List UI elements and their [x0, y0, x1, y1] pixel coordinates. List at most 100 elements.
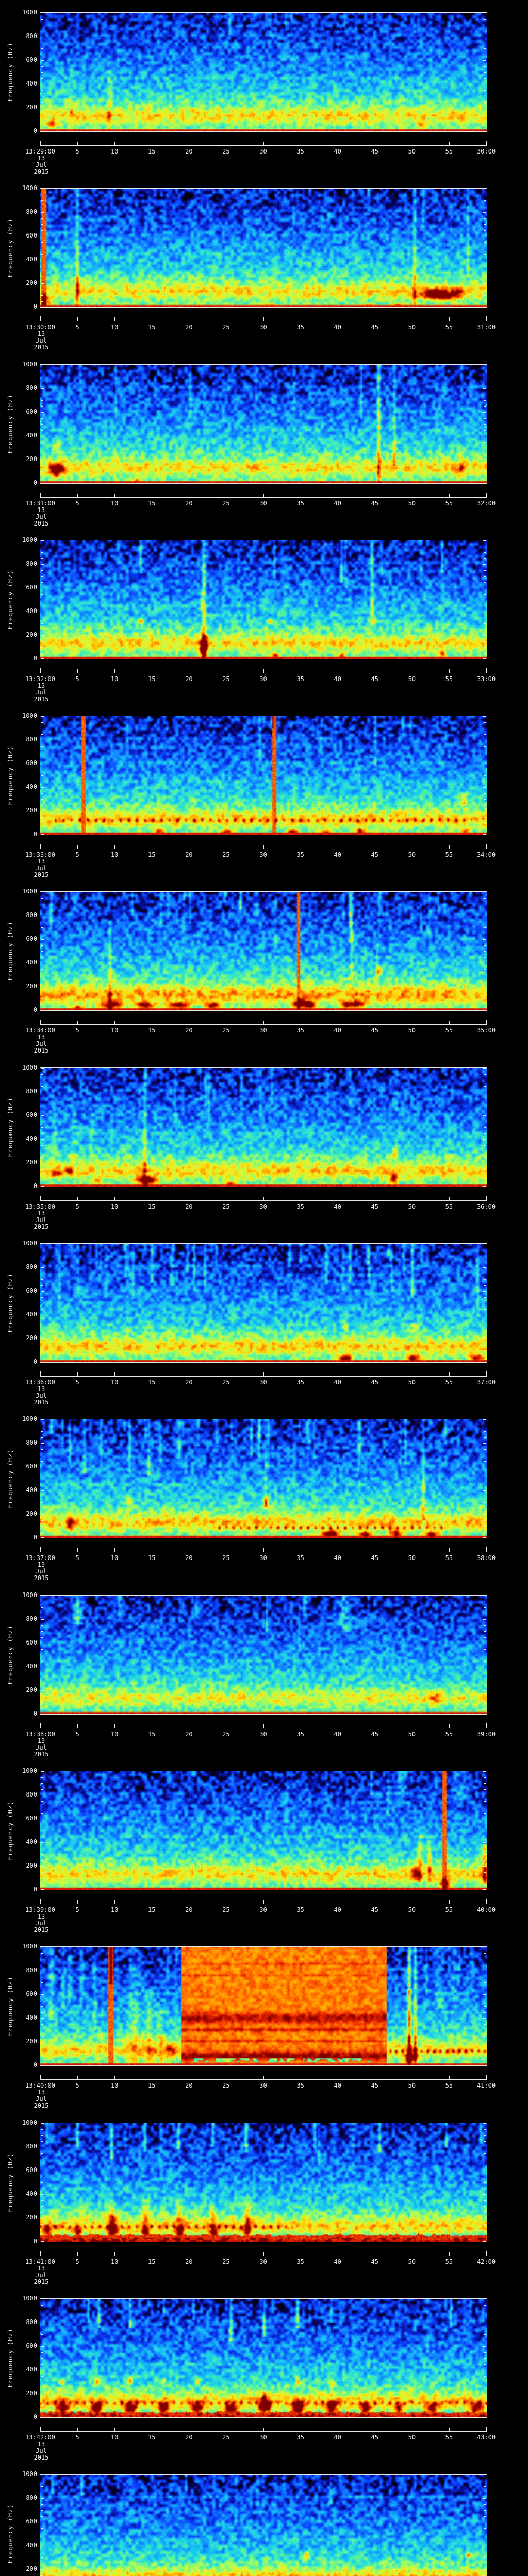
y-tick-label: 800	[26, 736, 37, 743]
y-tick	[41, 60, 44, 61]
y-tick	[484, 1708, 486, 1709]
y-tick	[484, 1502, 486, 1503]
y-tick	[41, 641, 43, 642]
x-tick-label: 20	[185, 148, 193, 155]
y-tick-label: 400	[26, 2190, 37, 2197]
x-tick	[486, 141, 487, 145]
y-tick	[41, 1783, 43, 1784]
y-tick	[484, 1812, 486, 1814]
y-tick	[41, 945, 43, 946]
x-tick-label: 15	[148, 851, 156, 858]
spectrogram-heatmap	[40, 189, 487, 307]
x-tick	[486, 1196, 487, 1200]
y-tick	[484, 2364, 486, 2365]
x-tick	[263, 1021, 264, 1024]
y-tick	[483, 2123, 486, 2124]
y-tick	[484, 295, 486, 296]
y-tick	[41, 2486, 43, 2487]
x-tick-label: 35	[296, 148, 304, 155]
y-tick	[41, 582, 43, 583]
y-tick	[484, 1637, 486, 1638]
date-year-label: 2015	[34, 168, 49, 175]
x-tick-label: 45	[371, 2082, 378, 2089]
x-tick-label: 55	[445, 2434, 453, 2441]
y-tick	[41, 406, 43, 407]
y-tick-label: 0	[33, 127, 37, 134]
y-tick	[41, 799, 43, 800]
x-tick-label: 55	[445, 500, 453, 507]
y-tick	[484, 1982, 486, 1983]
x-tick	[114, 1372, 116, 1376]
y-tick	[41, 1115, 44, 1116]
y-tick	[41, 1884, 43, 1885]
y-axis-title: Frequency (Hz)	[7, 2504, 14, 2564]
y-tick	[484, 1086, 486, 1087]
y-tick	[41, 594, 43, 595]
y-tick	[484, 1449, 486, 1450]
y-tick	[484, 2200, 486, 2201]
x-tick-label: 15	[148, 1731, 156, 1738]
x-tick	[263, 1724, 264, 1728]
y-tick	[484, 722, 486, 723]
x-tick-label: 40	[334, 675, 341, 683]
x-tick-label: 55	[445, 1906, 453, 1913]
y-tick	[484, 72, 486, 73]
y-tick	[41, 200, 43, 201]
y-tick	[41, 2200, 43, 2201]
y-tick	[484, 430, 486, 431]
y-tick	[41, 1625, 43, 1626]
x-tick-label: 20	[185, 1554, 193, 1562]
x-tick	[449, 2428, 450, 2431]
x-tick	[486, 1020, 487, 1024]
x-tick-label: 25	[222, 2258, 230, 2265]
x-tick-label: 25	[222, 1554, 230, 1562]
y-tick	[484, 2006, 486, 2007]
y-tick	[41, 1186, 44, 1187]
y-tick	[484, 1532, 486, 1533]
x-tick-label: 10	[110, 324, 119, 331]
y-axis-title: Frequency (Hz)	[7, 2153, 14, 2212]
x-tick-label: 20	[185, 675, 193, 683]
y-axis-title: Frequency (Hz)	[7, 1097, 14, 1157]
y-axis-title: Frequency (Hz)	[7, 1801, 14, 1860]
x-tick	[77, 669, 78, 673]
x-tick-label: 40	[334, 2434, 341, 2441]
date-year-label: 2015	[34, 1047, 49, 1054]
x-tick-label: 10	[110, 1203, 119, 1210]
x-tick	[263, 142, 264, 145]
y-tick-label: 0	[33, 2413, 37, 2420]
x-tick-label: 10	[110, 1554, 119, 1562]
y-tick	[483, 60, 486, 61]
y-axis-title: Frequency (Hz)	[7, 1976, 14, 2036]
x-tick	[114, 494, 116, 497]
y-tick	[484, 1431, 486, 1432]
y-tick	[41, 734, 43, 735]
y-tick	[41, 1660, 43, 1662]
y-tick-label: 600	[26, 1815, 37, 1822]
y-tick	[41, 295, 43, 296]
y-tick	[484, 957, 486, 958]
x-tick-label: 15	[148, 2082, 156, 2089]
x-tick-label: 50	[408, 1379, 416, 1386]
y-tick	[483, 1994, 486, 1995]
x-tick	[114, 317, 116, 321]
x-tick-label: 10	[110, 2082, 119, 2089]
x-tick-label: 50	[408, 1203, 416, 1210]
y-tick	[41, 72, 43, 73]
x-tick-label: 45	[371, 675, 378, 683]
y-tick	[484, 1526, 486, 1527]
x-tick-label: 35	[296, 2082, 304, 2089]
date-month-label: Jul	[36, 161, 47, 168]
x-tick	[486, 2427, 487, 2431]
x-tick-label: 15	[148, 500, 156, 507]
x-tick	[263, 845, 264, 849]
x-tick-label: 10	[110, 148, 119, 155]
x-tick	[40, 1899, 41, 1904]
spectrogram-heatmap	[40, 1419, 487, 1538]
y-tick	[483, 2498, 486, 2499]
x-tick-label: 30	[259, 1731, 267, 1738]
date-month-label: Jul	[36, 513, 47, 520]
date-month-label: Jul	[36, 1392, 47, 1399]
y-tick-label: 200	[26, 631, 37, 638]
x-tick-label: 25	[222, 2434, 230, 2441]
